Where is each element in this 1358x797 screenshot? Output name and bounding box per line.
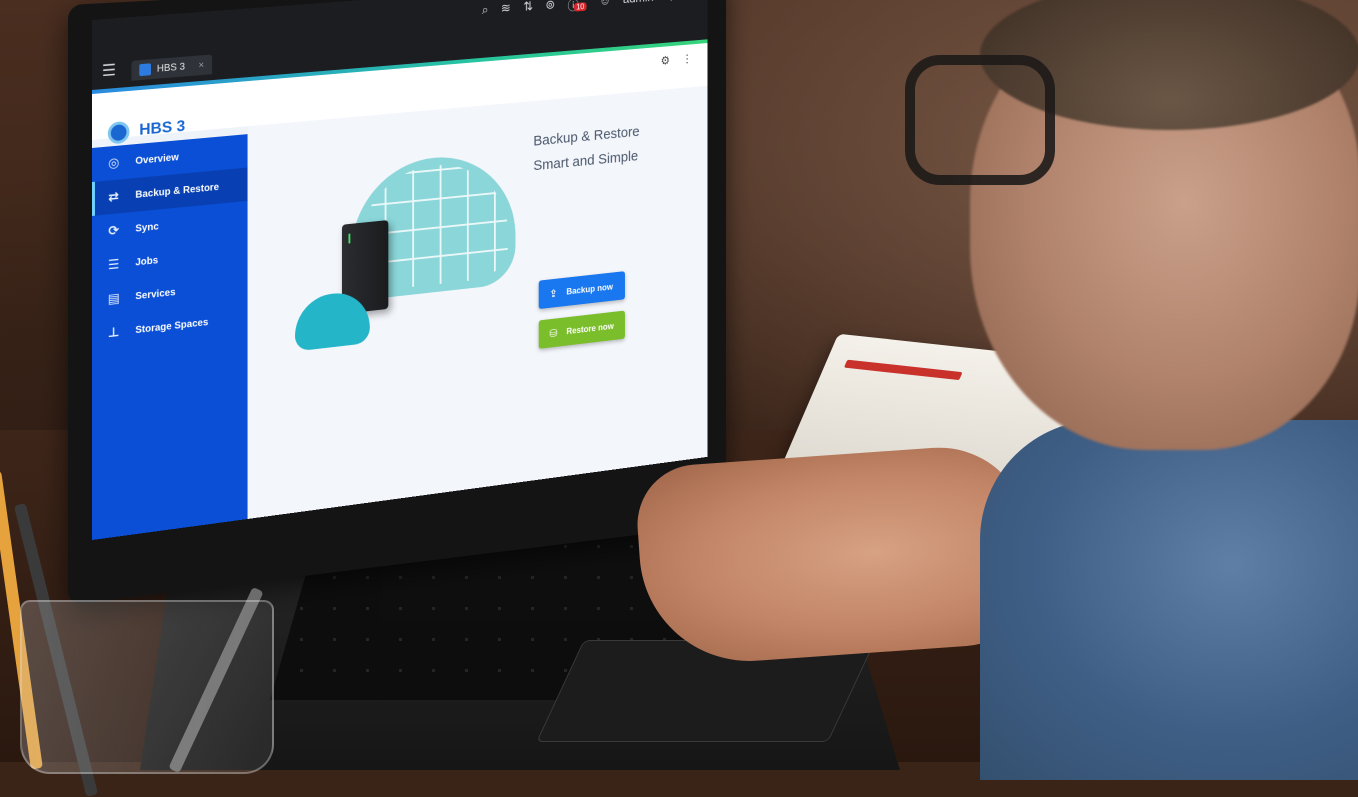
app-tab-hbs3[interactable]: HBS 3 × [131, 54, 212, 81]
laptop-screen: ☰ HBS 3 × ⌕ ≋ ⇅ ⊚ ⓘ10 ☺ admin ⋮ ◔ ⚙ ⋮ HB… [92, 0, 708, 541]
notifications-icon[interactable]: ⓘ10 [568, 0, 587, 14]
sidebar-item-label: Services [135, 286, 176, 302]
backup-now-label: Backup now [566, 281, 613, 297]
close-tab-icon[interactable]: × [199, 60, 205, 71]
hbs3-tab-icon [139, 63, 152, 77]
tasks-icon[interactable]: ≋ [501, 0, 511, 19]
user-label[interactable]: admin [623, 0, 654, 10]
app-tab-label: HBS 3 [156, 61, 185, 75]
more-options-icon[interactable]: ⋮ [682, 52, 692, 66]
sidebar-item-label: Sync [135, 220, 159, 235]
dashboard-icon[interactable]: ◔ [689, 0, 696, 5]
main-menu-icon[interactable]: ☰ [102, 60, 124, 84]
storage-spaces-icon: ⊥ [107, 323, 120, 341]
search-icon[interactable]: ⌕ [482, 2, 489, 21]
app-title: HBS 3 [139, 117, 186, 139]
restore-now-label: Restore now [566, 321, 614, 337]
pencil-cup [20, 600, 274, 774]
sidebar-item-label: Overview [135, 151, 179, 167]
transfer-icon[interactable]: ⇅ [523, 0, 533, 17]
settings-icon[interactable]: ⚙ [661, 54, 670, 68]
jobs-icon: ☰ [107, 256, 120, 273]
sync-icon: ⟳ [108, 222, 120, 239]
hbs3-logo-icon [107, 120, 130, 145]
backup-restore-icon: ⇄ [108, 188, 120, 205]
sidebar-item-label: Jobs [135, 254, 159, 269]
services-icon: ▤ [107, 290, 120, 307]
headline: Backup & Restore Smart and Simple [533, 120, 639, 179]
more-icon[interactable]: ⋮ [666, 0, 677, 6]
external-device-icon[interactable]: ⊚ [545, 0, 555, 16]
qts-toolbar-icons: ⌕ ≋ ⇅ ⊚ ⓘ10 ☺ admin ⋮ ◔ [482, 0, 696, 21]
sidebar: ◎ Overview ⇄ Backup & Restore ⟳ Sync ☰ J… [92, 134, 248, 541]
restore-now-button[interactable]: ⛁ Restore now [538, 310, 625, 349]
user-icon[interactable]: ☺ [599, 0, 611, 12]
restore-icon: ⛁ [549, 327, 558, 340]
hand [633, 441, 1037, 669]
overview-icon: ◎ [108, 154, 120, 171]
glasses [905, 55, 1055, 185]
sidebar-item-label: Backup & Restore [135, 181, 219, 201]
backup-now-button[interactable]: ⇪ Backup now [538, 271, 625, 310]
main-content: Backup & Restore Smart and Simple ⇪ Back… [247, 85, 708, 519]
sidebar-item-label: Storage Spaces [135, 316, 209, 336]
window-controls: ⚙ ⋮ [661, 52, 693, 68]
person-shirt [980, 420, 1358, 780]
notification-badge: 10 [573, 2, 587, 12]
backup-icon: ⇪ [549, 287, 558, 300]
